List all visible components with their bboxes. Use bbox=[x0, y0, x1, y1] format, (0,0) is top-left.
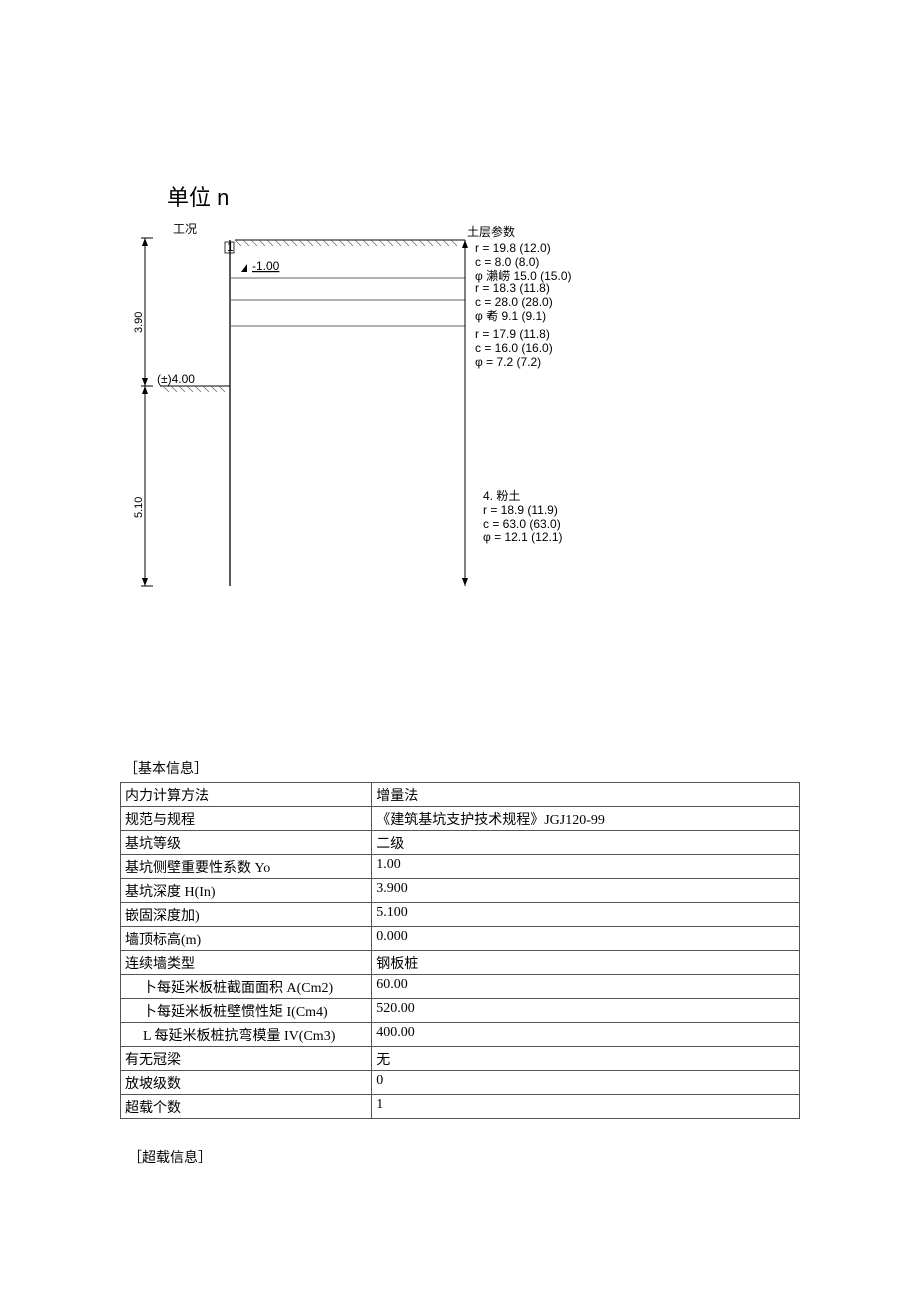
table-row: 规范与规程《建筑基坑支护技术规程》JGJ120-99 bbox=[121, 807, 800, 831]
row-value: 钢板桩 bbox=[372, 951, 800, 975]
table-row: 超载个数1 bbox=[121, 1095, 800, 1119]
row-label: 内力计算方法 bbox=[121, 783, 372, 807]
row-label: 卜每延米板桩截面面积 A(Cm2) bbox=[121, 975, 372, 999]
gk-label: 工况 bbox=[173, 222, 197, 236]
row-label: 放坡级数 bbox=[121, 1071, 372, 1095]
diagram-section: 单位 n 工况 bbox=[135, 180, 800, 598]
left-dim-upper: 3.90 bbox=[133, 312, 145, 333]
overload-heading: ［超载信息］ bbox=[128, 1147, 800, 1167]
row-value: 0 bbox=[372, 1071, 800, 1095]
row-value: 5.100 bbox=[372, 903, 800, 927]
table-row: 基坑等级二级 bbox=[121, 831, 800, 855]
row-label: 连续墙类型 bbox=[121, 951, 372, 975]
row-label: L 每延米板桩抗弯模量 IV(Cm3) bbox=[121, 1023, 372, 1047]
row-value: 1 bbox=[372, 1095, 800, 1119]
diagram-box: 工况 1 -1.00 bbox=[135, 218, 595, 598]
layer4-params: 4. 粉土 r = 18.9 (11.9) c = 63.0 (63.0) φ … bbox=[483, 490, 563, 545]
soil-param-label: 土层参数 bbox=[467, 224, 515, 239]
row-value: 60.00 bbox=[372, 975, 800, 999]
table-row: 基坑侧壁重要性系数 Yo1.00 bbox=[121, 855, 800, 879]
row-value: 400.00 bbox=[372, 1023, 800, 1047]
basic-info-heading: ［基本信息］ bbox=[124, 758, 800, 778]
layer2-params: r = 18.3 (11.8) c = 28.0 (28.0) φ 耇 9.1 … bbox=[475, 282, 553, 323]
bottom-marker: (±)4.00 bbox=[157, 372, 195, 386]
table-row: 嵌固深度加)5.100 bbox=[121, 903, 800, 927]
left-dim-lower: 5.10 bbox=[133, 497, 145, 518]
row-value: 1.00 bbox=[372, 855, 800, 879]
table-row: 有无冠梁无 bbox=[121, 1047, 800, 1071]
row-label: 卜每延米板桩壁惯性矩 I(Cm4) bbox=[121, 999, 372, 1023]
row-value: 增量法 bbox=[372, 783, 800, 807]
diagram-title: 单位 n bbox=[167, 180, 800, 212]
table-row: 放坡级数0 bbox=[121, 1071, 800, 1095]
table-row: L 每延米板桩抗弯模量 IV(Cm3)400.00 bbox=[121, 1023, 800, 1047]
table-row: 连续墙类型钢板桩 bbox=[121, 951, 800, 975]
layer3-params: r = 17.9 (11.8) c = 16.0 (16.0) φ = 7.2 … bbox=[475, 328, 553, 369]
row-value: 《建筑基坑支护技术规程》JGJ120-99 bbox=[372, 807, 800, 831]
row-value: 二级 bbox=[372, 831, 800, 855]
row-label: 嵌固深度加) bbox=[121, 903, 372, 927]
row-label: 基坑侧壁重要性系数 Yo bbox=[121, 855, 372, 879]
row-value: 0.000 bbox=[372, 927, 800, 951]
row-label: 超载个数 bbox=[121, 1095, 372, 1119]
row-label: 基坑等级 bbox=[121, 831, 372, 855]
table-row: 基坑深度 H(In)3.900 bbox=[121, 879, 800, 903]
row-value: 3.900 bbox=[372, 879, 800, 903]
layer1-params: r = 19.8 (12.0) c = 8.0 (8.0) φ 瀨崂 15.0 … bbox=[475, 242, 572, 283]
basic-info-table: 内力计算方法增量法规范与规程《建筑基坑支护技术规程》JGJ120-99基坑等级二… bbox=[120, 782, 800, 1119]
table-row: 墙顶标高(m)0.000 bbox=[121, 927, 800, 951]
row-value: 无 bbox=[372, 1047, 800, 1071]
water-level-text: -1.00 bbox=[252, 259, 280, 273]
row-label: 规范与规程 bbox=[121, 807, 372, 831]
row-label: 基坑深度 H(In) bbox=[121, 879, 372, 903]
row-label: 有无冠梁 bbox=[121, 1047, 372, 1071]
row-label: 墙顶标高(m) bbox=[121, 927, 372, 951]
table-row: 内力计算方法增量法 bbox=[121, 783, 800, 807]
table-row: 卜每延米板桩壁惯性矩 I(Cm4)520.00 bbox=[121, 999, 800, 1023]
row-value: 520.00 bbox=[372, 999, 800, 1023]
table-row: 卜每延米板桩截面面积 A(Cm2)60.00 bbox=[121, 975, 800, 999]
hatched-surface-top bbox=[235, 240, 465, 246]
